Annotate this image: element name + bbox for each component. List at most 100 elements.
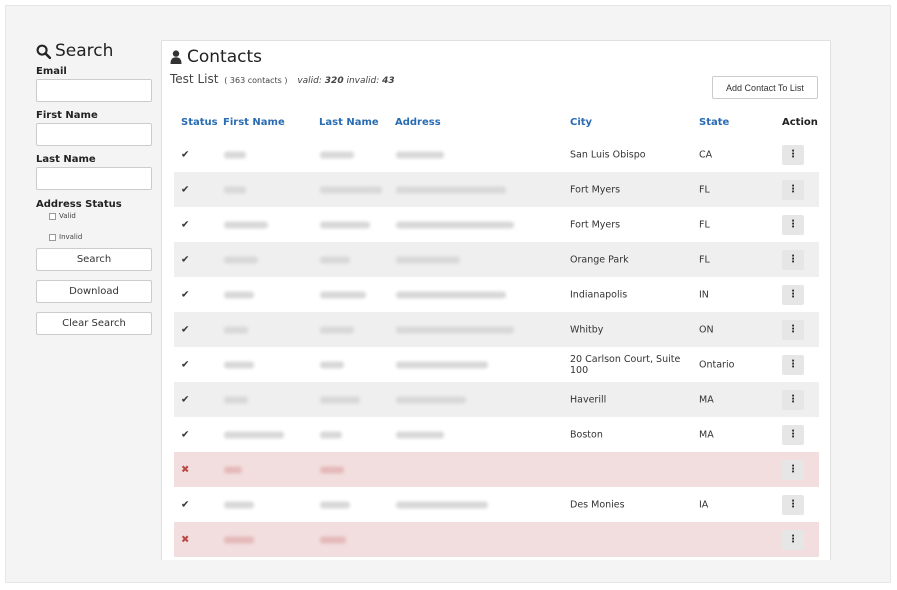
col-state[interactable]: State [699, 117, 729, 128]
kebab-menu-icon[interactable]: ⋮ [782, 529, 804, 550]
first-name-cell-redacted [224, 186, 246, 193]
valid-checkbox-label: Valid [59, 212, 76, 220]
check-icon: ✔ [181, 219, 190, 230]
first-name-cell-redacted [224, 361, 254, 368]
kebab-menu-icon[interactable]: ⋮ [782, 459, 804, 480]
city-cell: Haverill [570, 394, 607, 405]
address-cell-redacted [396, 501, 488, 508]
table-row[interactable]: ✔ Whitby ON ⋮ [174, 312, 819, 347]
last-name-field[interactable] [36, 167, 152, 190]
last-name-cell-redacted [320, 186, 382, 193]
invalid-count-label: invalid: [346, 76, 380, 86]
table-row[interactable]: ✔ Orange Park FL ⋮ [174, 242, 819, 277]
table-row[interactable]: ✔ Indianapolis IN ⋮ [174, 277, 819, 312]
table-row[interactable]: ✔ Haverill MA ⋮ [174, 382, 819, 417]
col-address[interactable]: Address [395, 117, 441, 128]
valid-checkbox[interactable] [49, 212, 56, 220]
first-name-cell-redacted [224, 396, 248, 403]
contact-count: ( 363 contacts ) [224, 76, 288, 85]
table-header: Status First Name Last Name Address City… [174, 114, 819, 136]
contacts-title: Contacts [170, 47, 262, 67]
state-cell: FL [699, 184, 710, 195]
contacts-title-text: Contacts [187, 47, 262, 67]
table-row[interactable]: ✔ San Luis Obispo CA ⋮ [174, 137, 819, 172]
first-name-cell-redacted [224, 431, 284, 438]
state-cell: FL [699, 219, 710, 230]
check-icon: ✔ [181, 289, 190, 300]
search-icon [36, 44, 51, 59]
state-cell: Ontario [699, 359, 735, 370]
check-icon: ✔ [181, 394, 190, 405]
col-last-name[interactable]: Last Name [319, 117, 379, 128]
download-button[interactable]: Download [36, 280, 152, 303]
table-row[interactable]: ✔ Fort Myers FL ⋮ [174, 172, 819, 207]
state-cell: MA [699, 429, 714, 440]
kebab-menu-icon[interactable]: ⋮ [782, 389, 804, 410]
last-name-cell-redacted [320, 396, 360, 403]
col-city[interactable]: City [570, 117, 592, 128]
kebab-menu-icon[interactable]: ⋮ [782, 144, 804, 165]
kebab-menu-icon[interactable]: ⋮ [782, 284, 804, 305]
city-cell: 20 Carlson Court, Suite 100 [570, 353, 681, 376]
check-icon: ✔ [181, 499, 190, 510]
city-cell: Boston [570, 429, 603, 440]
table-row[interactable]: ✔ Fort Myers FL ⋮ [174, 207, 819, 242]
first-name-cell-redacted [224, 291, 254, 298]
address-cell-redacted [396, 431, 444, 438]
city-cell: Fort Myers [570, 184, 621, 195]
invalid-filter[interactable]: Invalid [49, 231, 152, 243]
valid-filter[interactable]: Valid [49, 210, 152, 222]
first-name-field[interactable] [36, 123, 152, 146]
email-label: Email [36, 66, 67, 77]
search-button[interactable]: Search [36, 248, 152, 271]
address-cell-redacted [396, 221, 514, 228]
validity-counts: valid: 320 invalid: 43 [297, 76, 394, 86]
city-cell: San Luis Obispo [570, 149, 646, 160]
check-icon: ✔ [181, 359, 190, 370]
address-cell-redacted [396, 151, 444, 158]
kebab-menu-icon[interactable]: ⋮ [782, 249, 804, 270]
contacts-panel: Contacts Test List ( 363 contacts ) vali… [161, 40, 831, 560]
table-row[interactable]: ✔ Des Monies IA ⋮ [174, 487, 819, 522]
state-cell: IN [699, 289, 709, 300]
city-cell: Whitby [570, 324, 604, 335]
search-sidebar: Search Email First Name Last Name Addres… [36, 40, 152, 335]
city-cell: Indianapolis [570, 289, 628, 300]
clear-search-button[interactable]: Clear Search [36, 312, 152, 335]
valid-count: 320 [324, 76, 344, 86]
address-cell-redacted [396, 326, 514, 333]
col-status[interactable]: Status [181, 117, 218, 128]
first-name-cell-redacted [224, 501, 254, 508]
col-first-name[interactable]: First Name [223, 117, 285, 128]
table-row[interactable]: ✖ ⋮ [174, 452, 819, 487]
kebab-menu-icon[interactable]: ⋮ [782, 319, 804, 340]
state-cell: IA [699, 499, 709, 510]
last-name-cell-redacted [320, 326, 354, 333]
last-name-cell-redacted [320, 466, 344, 473]
search-title: Search [36, 40, 152, 62]
last-name-cell-redacted [320, 501, 350, 508]
kebab-menu-icon[interactable]: ⋮ [782, 214, 804, 235]
last-name-cell-redacted [320, 151, 354, 158]
add-contact-button[interactable]: Add Contact To List [712, 76, 818, 99]
kebab-menu-icon[interactable]: ⋮ [782, 424, 804, 445]
contacts-table-body: ✔ San Luis Obispo CA ⋮ ✔ Fort Myers FL ⋮ ✔ Fort M… [174, 137, 819, 557]
cross-icon: ✖ [181, 534, 190, 545]
check-icon: ✔ [181, 254, 190, 265]
search-title-text: Search [55, 41, 114, 61]
first-name-label: First Name [36, 110, 98, 121]
table-row[interactable]: ✔ Boston MA ⋮ [174, 417, 819, 452]
invalid-checkbox[interactable] [49, 233, 56, 241]
valid-count-label: valid: [297, 76, 322, 86]
email-field[interactable] [36, 79, 152, 102]
city-cell: Orange Park [570, 254, 629, 265]
address-cell-redacted [396, 396, 466, 403]
kebab-menu-icon[interactable]: ⋮ [782, 494, 804, 515]
last-name-cell-redacted [320, 221, 370, 228]
kebab-menu-icon[interactable]: ⋮ [782, 354, 804, 375]
table-row[interactable]: ✔ 20 Carlson Court, Suite 100 Ontario ⋮ [174, 347, 819, 382]
table-row[interactable]: ✖ ⋮ [174, 522, 819, 557]
city-cell: Des Monies [570, 499, 625, 510]
kebab-menu-icon[interactable]: ⋮ [782, 179, 804, 200]
last-name-label: Last Name [36, 154, 96, 165]
